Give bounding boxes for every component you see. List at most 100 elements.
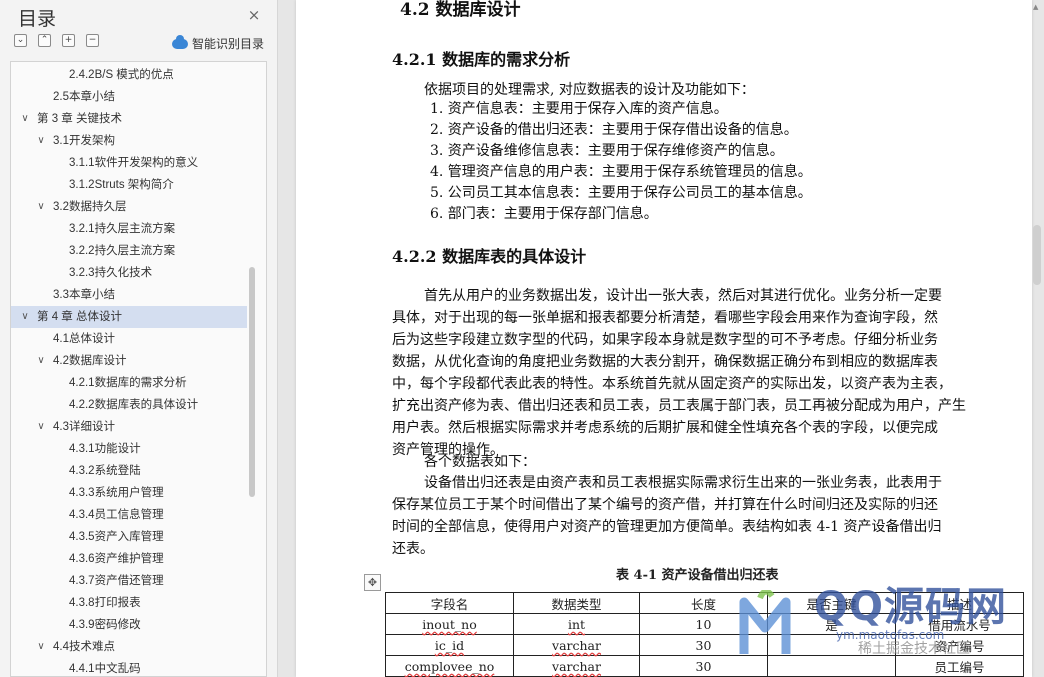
document-scrollbar[interactable]	[1033, 225, 1041, 285]
toc-item-label: 4.2.1数据库的需求分析	[69, 377, 187, 389]
toc-item[interactable]: 4.3.8打印报表	[11, 592, 247, 614]
toc-item-label: 4.3.3系统用户管理	[69, 487, 164, 499]
toc-item-label: 2.5本章小结	[53, 91, 115, 103]
toc-item[interactable]: 4.3.7资产借还管理	[11, 570, 247, 592]
table-row: ic_id varchar 30 资产编号	[385, 634, 1024, 656]
collapse-all-icon[interactable]: ⌄	[14, 34, 27, 47]
table-cell-text: ic_id	[434, 637, 465, 653]
table-cell-text: 30	[695, 658, 712, 674]
expand-all-icon[interactable]: ⌃	[38, 34, 51, 47]
smart-toc-button[interactable]: 智能识别目录	[172, 34, 264, 52]
toc-item-label: 4.2数据库设计	[53, 355, 127, 367]
toc-item-label: 2.4.2B/S 模式的优点	[69, 69, 174, 81]
toc-item[interactable]: ∨ 3.1开发架构	[11, 130, 247, 152]
chevron-down-icon[interactable]: ∨	[19, 108, 31, 130]
toc-item[interactable]: ∨ 第 4 章 总体设计	[11, 306, 247, 328]
toc-item[interactable]: 4.3.1功能设计	[11, 438, 247, 460]
remove-heading-icon[interactable]: −	[86, 34, 99, 47]
table-cell: 员工编号	[895, 655, 1024, 677]
toc-item[interactable]: 4.3.3系统用户管理	[11, 482, 247, 504]
section-heading-4-2-2: 4.2.2 数据库表的具体设计	[392, 247, 587, 266]
chevron-down-icon[interactable]: ∨	[35, 636, 47, 658]
toc-item[interactable]: 3.2.3持久化技术	[11, 262, 247, 284]
table-cell: 资产编号	[895, 634, 1024, 656]
toc-item[interactable]: 3.1.1软件开发架构的意义	[11, 152, 247, 174]
toc-item[interactable]: 4.3.5资产入库管理	[11, 526, 247, 548]
table-header-cell: 数据类型	[513, 592, 640, 614]
toc-item[interactable]: 4.2.1数据库的需求分析	[11, 372, 247, 394]
toc-item-label: 3.1.2Struts 架构简介	[69, 179, 174, 191]
table-cell-text: 资产编号	[934, 638, 985, 654]
chevron-down-icon[interactable]: ∨	[19, 306, 31, 328]
paragraph-line: 设备借出归还表是由资产表和员工表根据实际需求衍生出来的一张业务表，此表用于	[424, 475, 942, 491]
toc-item-label: 4.3.6资产维护管理	[69, 553, 164, 565]
table-row: inout_no int 10 是 借用流水号	[385, 613, 1024, 635]
toc-item-label: 4.3详细设计	[53, 421, 115, 433]
scroll-up-icon[interactable]: ▲	[1033, 3, 1042, 11]
toc-tree: 2.4.2B/S 模式的优点 2.5本章小结 ∨ 第 3 章 关键技术 ∨ 3.1开发架构…	[10, 61, 267, 677]
document-page: 4.2 数据库设计 4.2.1 数据库的需求分析 依据项目的处理需求, 对应数据…	[296, 0, 1032, 677]
toc-item-label: 3.1.1软件开发架构的意义	[69, 157, 199, 169]
paragraph-line: 中，每个字段都代表此表的特性。本系统首先就从固定资产的实际出发，以资产表为主表，	[392, 376, 952, 392]
chevron-down-icon[interactable]: ∨	[35, 416, 47, 438]
toc-item[interactable]: 4.1总体设计	[11, 328, 247, 350]
toc-item-label: 4.3.7资产借还管理	[69, 575, 164, 587]
list-item: 2. 资产设备的借出归还表：主要用于保存借出设备的信息。	[430, 122, 798, 138]
list-item: 3. 资产设备维修信息表：主要用于保存维修资产的信息。	[430, 143, 784, 159]
toc-item[interactable]: ∨ 3.2数据持久层	[11, 196, 247, 218]
table-cell-text: 借用流水号	[928, 617, 991, 633]
toc-item[interactable]: 4.3.2系统登陆	[11, 460, 247, 482]
toc-item[interactable]: ∨ 第 3 章 关键技术	[11, 108, 247, 130]
paragraph-line: 数据，从优化查询的角度把业务数据的大表分割开，确保数据正确分布到相应的数据库表	[392, 354, 938, 370]
table-header-cell: 长度	[639, 592, 768, 614]
table-cell: inout_no	[385, 613, 514, 635]
toc-item[interactable]: 2.5本章小结	[11, 86, 247, 108]
toc-item[interactable]: ∨ 4.4技术难点	[11, 636, 247, 658]
toc-item[interactable]: 3.2.2持久层主流方案	[11, 240, 247, 262]
toc-item-label: 3.2.2持久层主流方案	[69, 245, 176, 257]
toc-item[interactable]: 4.2.2数据库表的具体设计	[11, 394, 247, 416]
toc-item[interactable]: 2.4.2B/S 模式的优点	[11, 64, 247, 86]
table-cell-text: varchar	[552, 658, 601, 674]
toc-item[interactable]: ∨ 4.3详细设计	[11, 416, 247, 438]
chevron-down-icon[interactable]: ∨	[35, 196, 47, 218]
toc-item-label: 4.3.5资产入库管理	[69, 531, 164, 543]
list-item: 5. 公司员工其本信息表：主要用于保存公司员工的基本信息。	[430, 185, 812, 201]
table-cell-text: inout_no	[422, 616, 477, 632]
toc-item[interactable]: 4.4.1中文乱码	[11, 658, 247, 676]
toc-item-label: 4.3.4员工信息管理	[69, 509, 164, 521]
toc-item-label: 4.1总体设计	[53, 333, 115, 345]
table-cell: int	[513, 613, 640, 635]
paragraph-tables-intro: 各个数据表如下：	[424, 454, 536, 470]
toc-item[interactable]: 3.3本章小结	[11, 284, 247, 306]
toc-sidebar: 目录 × ⌄ ⌃ + − 智能识别目录 2.4.2B/S 模式的优点 2.5本章小…	[0, 0, 278, 677]
toc-item-label: 3.3本章小结	[53, 289, 115, 301]
table-cell: complovee_no	[385, 655, 514, 677]
table-cell: 10	[639, 613, 768, 635]
paragraph-line: 时间的全部信息，使得用户对资产的管理更加方便简单。表结构如表 4-1 资产设备借…	[392, 519, 942, 535]
toc-item[interactable]: 4.3.4员工信息管理	[11, 504, 247, 526]
add-heading-icon[interactable]: +	[62, 34, 75, 47]
chevron-down-icon[interactable]: ∨	[35, 350, 47, 372]
paragraph-line: 首先从用户的业务数据出发，设计出一张大表，然后对其进行优化。业务分析一定要	[424, 288, 942, 304]
section-heading-4-2-1: 4.2.1 数据库的需求分析	[392, 50, 571, 69]
close-icon[interactable]: ×	[245, 6, 263, 24]
toc-item[interactable]: 4.3.6资产维护管理	[11, 548, 247, 570]
toc-item-label: 4.4.1中文乱码	[69, 663, 141, 675]
chevron-down-icon[interactable]: ∨	[35, 130, 47, 152]
toc-item-label: 第 4 章 总体设计	[37, 311, 122, 323]
toc-scrollbar[interactable]	[249, 267, 255, 497]
toc-item[interactable]: 3.2.1持久层主流方案	[11, 218, 247, 240]
cloud-icon	[172, 34, 188, 49]
toc-item-label: 4.2.2数据库表的具体设计	[69, 399, 199, 411]
table-cell-text: varchar	[552, 637, 601, 653]
toc-item[interactable]: 4.3.9密码修改	[11, 614, 247, 636]
toc-item-label: 3.2.1持久层主流方案	[69, 223, 176, 235]
table-cell-text: complovee_no	[404, 658, 495, 674]
paragraph-line: 还表。	[392, 541, 434, 557]
toc-item[interactable]: ∨ 4.2数据库设计	[11, 350, 247, 372]
table-row: complovee_no varchar 30 员工编号	[385, 655, 1024, 677]
paragraph-line: 具体，对于出现的每一张单据和报表都要分析清楚，看哪些字段会用来作为查询字段，然	[392, 310, 938, 326]
toc-item[interactable]: 3.1.2Struts 架构简介	[11, 174, 247, 196]
table-move-icon[interactable]: ✥	[364, 574, 381, 591]
